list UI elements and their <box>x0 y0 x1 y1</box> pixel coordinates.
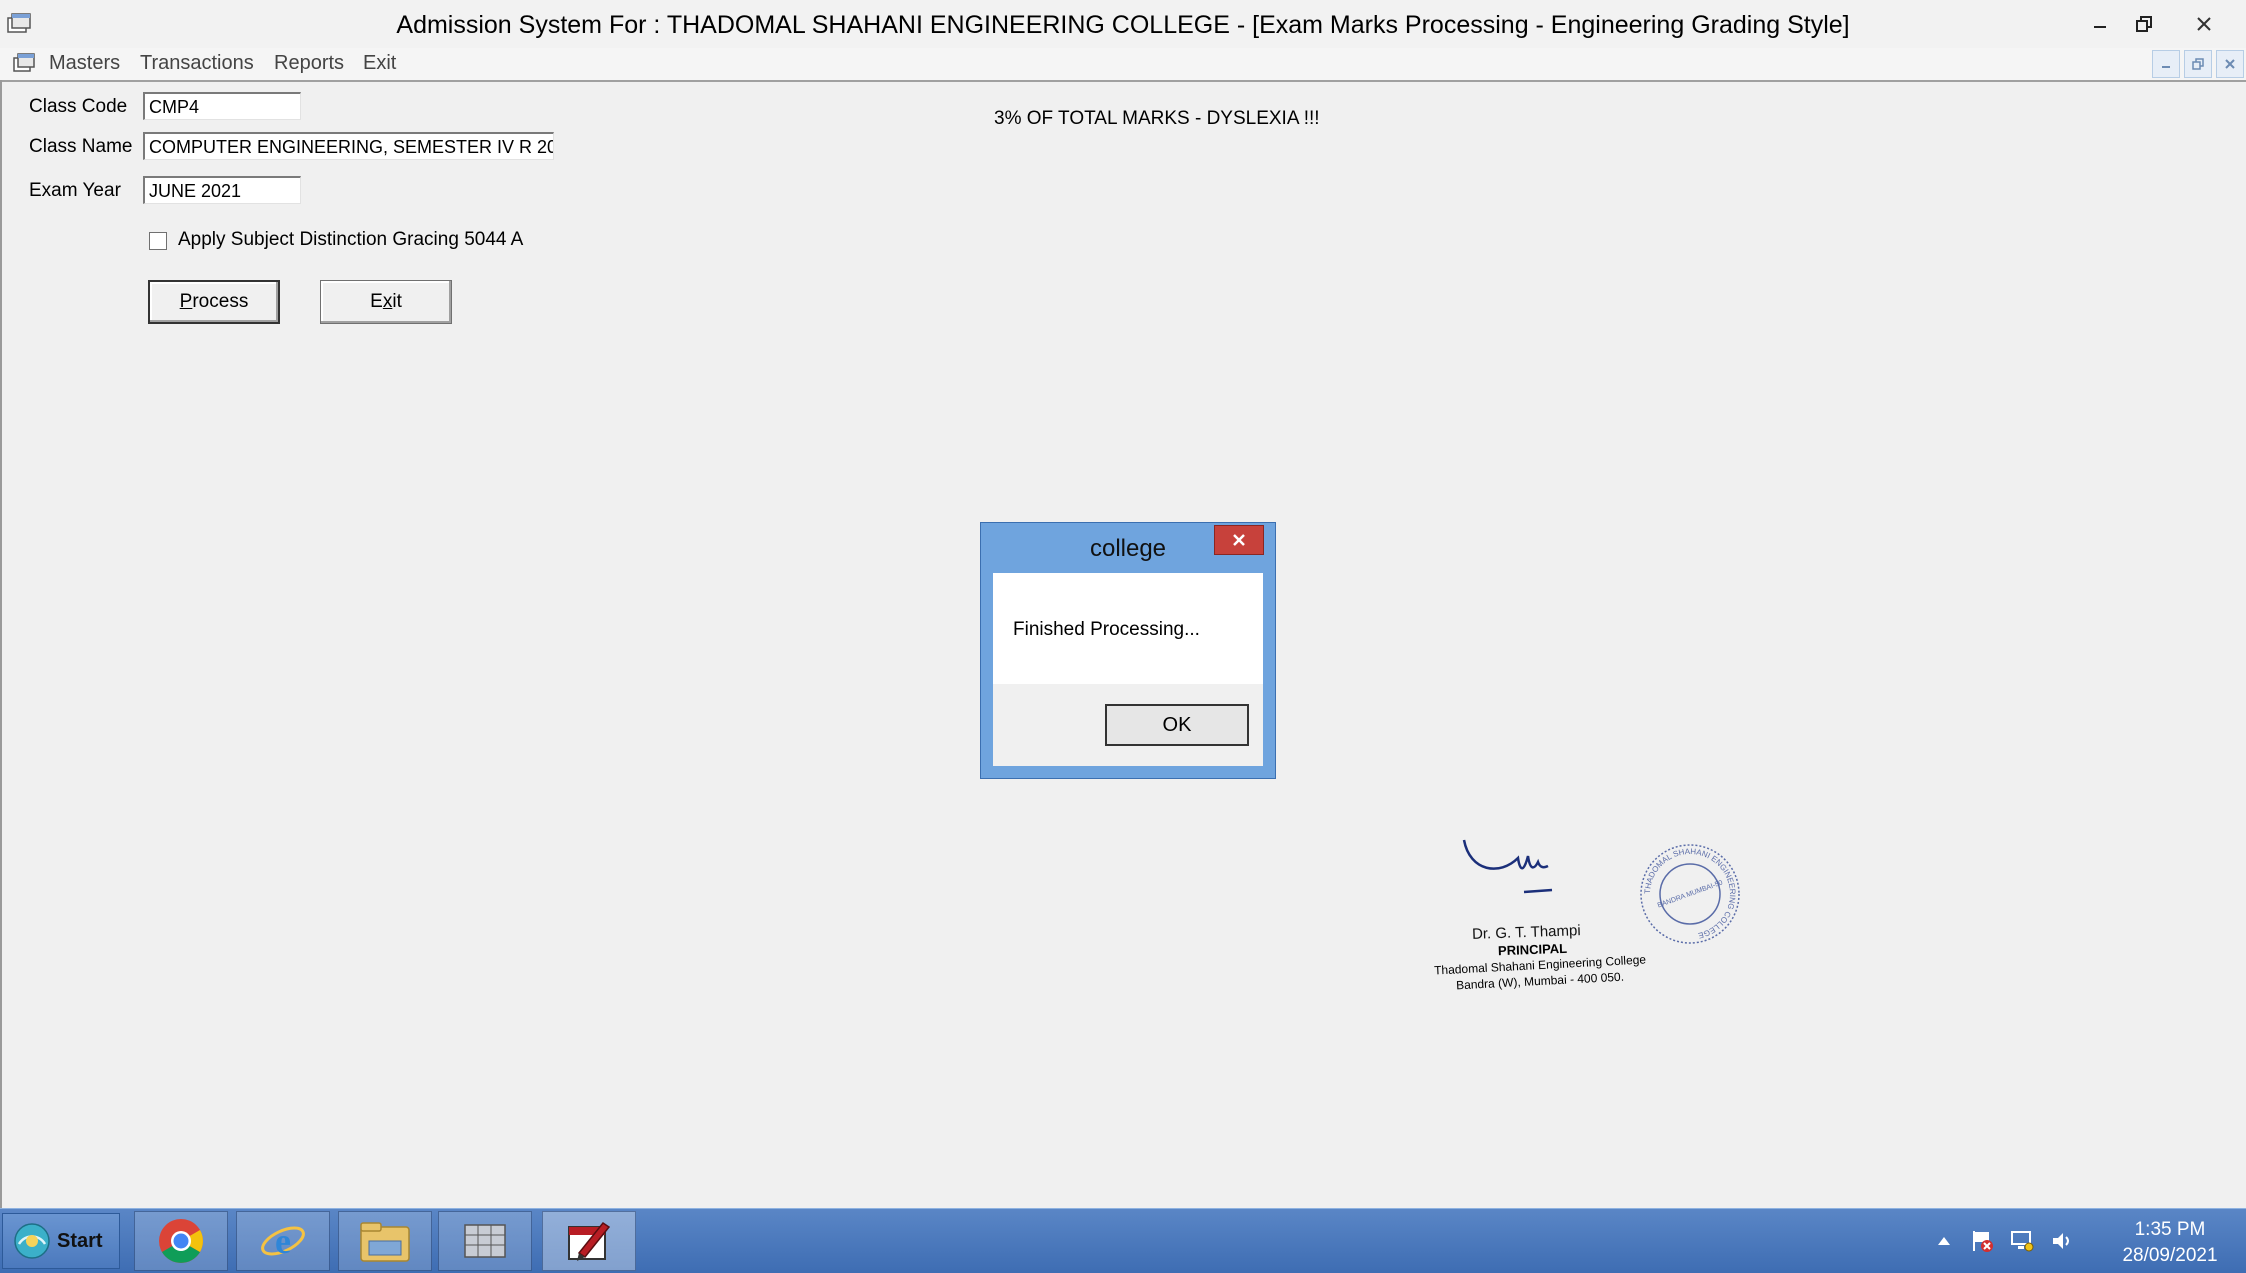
class-code-field[interactable]: CMP4 <box>143 92 301 120</box>
app-grid-icon <box>464 1224 506 1258</box>
menu-reports[interactable]: Reports <box>274 52 344 75</box>
clock-date[interactable]: 28/09/2021 <box>2100 1245 2240 1267</box>
start-orb-icon <box>14 1223 50 1259</box>
menu-masters[interactable]: Masters <box>49 52 120 75</box>
minimize-icon <box>2162 66 2170 68</box>
svg-text:BANDRA MUMBAI-50: BANDRA MUMBAI-50 <box>1657 879 1724 909</box>
menu-bar: Masters Transactions Reports Exit <box>0 48 2246 82</box>
exit-label: Exit <box>370 291 402 312</box>
taskbar-file-explorer[interactable] <box>338 1211 432 1271</box>
window-border <box>0 80 2 1208</box>
dyslexia-notice: 3% OF TOTAL MARKS - DYSLEXIA !!! <box>994 108 1320 129</box>
volume-icon[interactable] <box>2050 1229 2074 1253</box>
dialog-body: Finished Processing... OK <box>993 573 1263 766</box>
minimize-button[interactable] <box>2080 6 2120 42</box>
process-label: Process <box>179 291 249 312</box>
clock-time[interactable]: 1:35 PM <box>2110 1219 2230 1241</box>
dialog-message: Finished Processing... <box>1013 619 1200 640</box>
dialog-footer: OK <box>993 684 1263 766</box>
process-button[interactable]: Process <box>148 280 280 324</box>
taskbar: Start e 1:35 PM 28/09/2021 <box>0 1208 2246 1273</box>
principal-role: PRINCIPAL <box>1497 940 1568 959</box>
internet-explorer-icon: e <box>261 1221 305 1261</box>
class-name-field[interactable]: COMPUTER ENGINEERING, SEMESTER IV R 20 <box>143 132 554 160</box>
action-center-flag-icon[interactable] <box>1970 1229 1994 1253</box>
mdi-minimize-button[interactable] <box>2152 50 2180 78</box>
menu-exit[interactable]: Exit <box>363 52 396 75</box>
menu-transactions[interactable]: Transactions <box>140 52 254 75</box>
svg-text:e: e <box>275 1221 291 1261</box>
exam-year-label: Exam Year <box>29 180 121 201</box>
start-button[interactable]: Start <box>2 1213 120 1269</box>
principal-name: Dr. G. T. Thampi <box>1471 922 1581 943</box>
ok-button[interactable]: OK <box>1105 704 1249 746</box>
taskbar-internet-explorer[interactable]: e <box>236 1211 330 1271</box>
mdi-child-icon[interactable] <box>12 52 36 74</box>
restore-icon <box>2192 58 2204 70</box>
close-icon <box>1233 534 1245 546</box>
principal-signature-block: Dr. G. T. Thampi PRINCIPAL Thadomal Shah… <box>1420 832 1760 1002</box>
title-bar: Admission System For : THADOMAL SHAHANI … <box>0 0 2246 52</box>
start-label: Start <box>57 1229 103 1252</box>
network-icon[interactable] <box>2010 1229 2034 1253</box>
close-icon <box>2197 17 2211 31</box>
distinction-gracing-checkbox[interactable] <box>149 232 167 250</box>
chrome-icon <box>159 1219 203 1263</box>
exit-button[interactable]: Exit <box>320 280 452 324</box>
exam-year-field[interactable]: JUNE 2021 <box>143 176 301 204</box>
restore-icon <box>2136 16 2152 32</box>
taskbar-admission-app[interactable] <box>542 1211 636 1271</box>
college-seal-icon: THADOMAL SHAHANI ENGINEERING COLLEGE BAN… <box>1640 844 1740 944</box>
distinction-gracing-label[interactable]: Apply Subject Distinction Gracing 5044 A <box>178 229 523 251</box>
close-button[interactable] <box>2166 6 2242 42</box>
restore-button[interactable] <box>2124 6 2164 42</box>
mdi-close-button[interactable] <box>2216 50 2244 78</box>
minimize-icon <box>2094 26 2106 28</box>
dialog-close-button[interactable] <box>1214 525 1264 555</box>
message-dialog: college Finished Processing... OK <box>980 522 1276 779</box>
signature-scribble <box>1462 839 1553 894</box>
class-code-label: Class Code <box>29 96 128 117</box>
close-icon <box>2225 59 2235 69</box>
taskbar-app-grid[interactable] <box>438 1211 532 1271</box>
exit-mnemonic: x <box>382 291 393 312</box>
window-title: Admission System For : THADOMAL SHAHANI … <box>396 11 1850 39</box>
class-name-label: Class Name <box>29 136 133 157</box>
file-explorer-icon <box>360 1222 410 1262</box>
admission-app-icon <box>568 1221 611 1261</box>
mdi-restore-button[interactable] <box>2184 50 2212 78</box>
show-hidden-icon[interactable] <box>1932 1229 1956 1253</box>
process-mnemonic: P <box>179 291 193 312</box>
taskbar-chrome[interactable] <box>134 1211 228 1271</box>
